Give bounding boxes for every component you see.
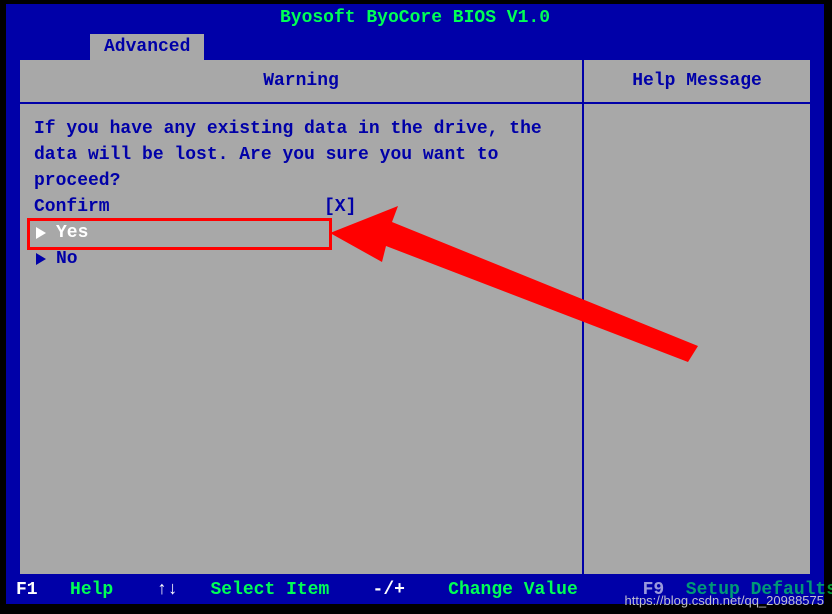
watermark-text: https://blog.csdn.net/qq_20988575 (625, 593, 825, 608)
help-panel (584, 104, 810, 574)
val-label: Change Value (448, 580, 578, 600)
tab-advanced[interactable]: Advanced (88, 32, 206, 60)
warning-message: If you have any existing data in the dri… (34, 116, 544, 194)
confirm-label: Confirm (34, 194, 324, 220)
confirm-row[interactable]: Confirm [X] (34, 194, 568, 220)
warning-header: Warning (20, 60, 584, 102)
help-header-label: Help Message (632, 71, 762, 91)
tab-advanced-label: Advanced (104, 37, 190, 57)
nav-key: ↑↓ (156, 580, 178, 600)
bios-title: Byosoft ByoCore BIOS V1.0 (280, 8, 550, 28)
tabs: Advanced (6, 32, 824, 60)
main-panel: If you have any existing data in the dri… (20, 104, 584, 574)
option-yes[interactable]: Yes (34, 220, 568, 246)
option-yes-label: Yes (56, 220, 88, 246)
f1-label: Help (70, 580, 113, 600)
triangle-right-icon (36, 253, 46, 265)
content-area: Warning Help Message If you have any exi… (18, 60, 812, 576)
confirm-checkbox-value: [X] (324, 194, 356, 220)
warning-header-label: Warning (263, 71, 339, 91)
help-header: Help Message (584, 60, 810, 102)
val-key: -/+ (373, 580, 405, 600)
option-no-label: No (56, 246, 78, 272)
f1-key: F1 (16, 580, 38, 600)
bios-window: Byosoft ByoCore BIOS V1.0 Advanced Warni… (6, 4, 824, 604)
title-bar: Byosoft ByoCore BIOS V1.0 (6, 4, 824, 32)
option-no[interactable]: No (34, 246, 568, 272)
triangle-right-icon (36, 227, 46, 239)
nav-label: Select Item (210, 580, 329, 600)
